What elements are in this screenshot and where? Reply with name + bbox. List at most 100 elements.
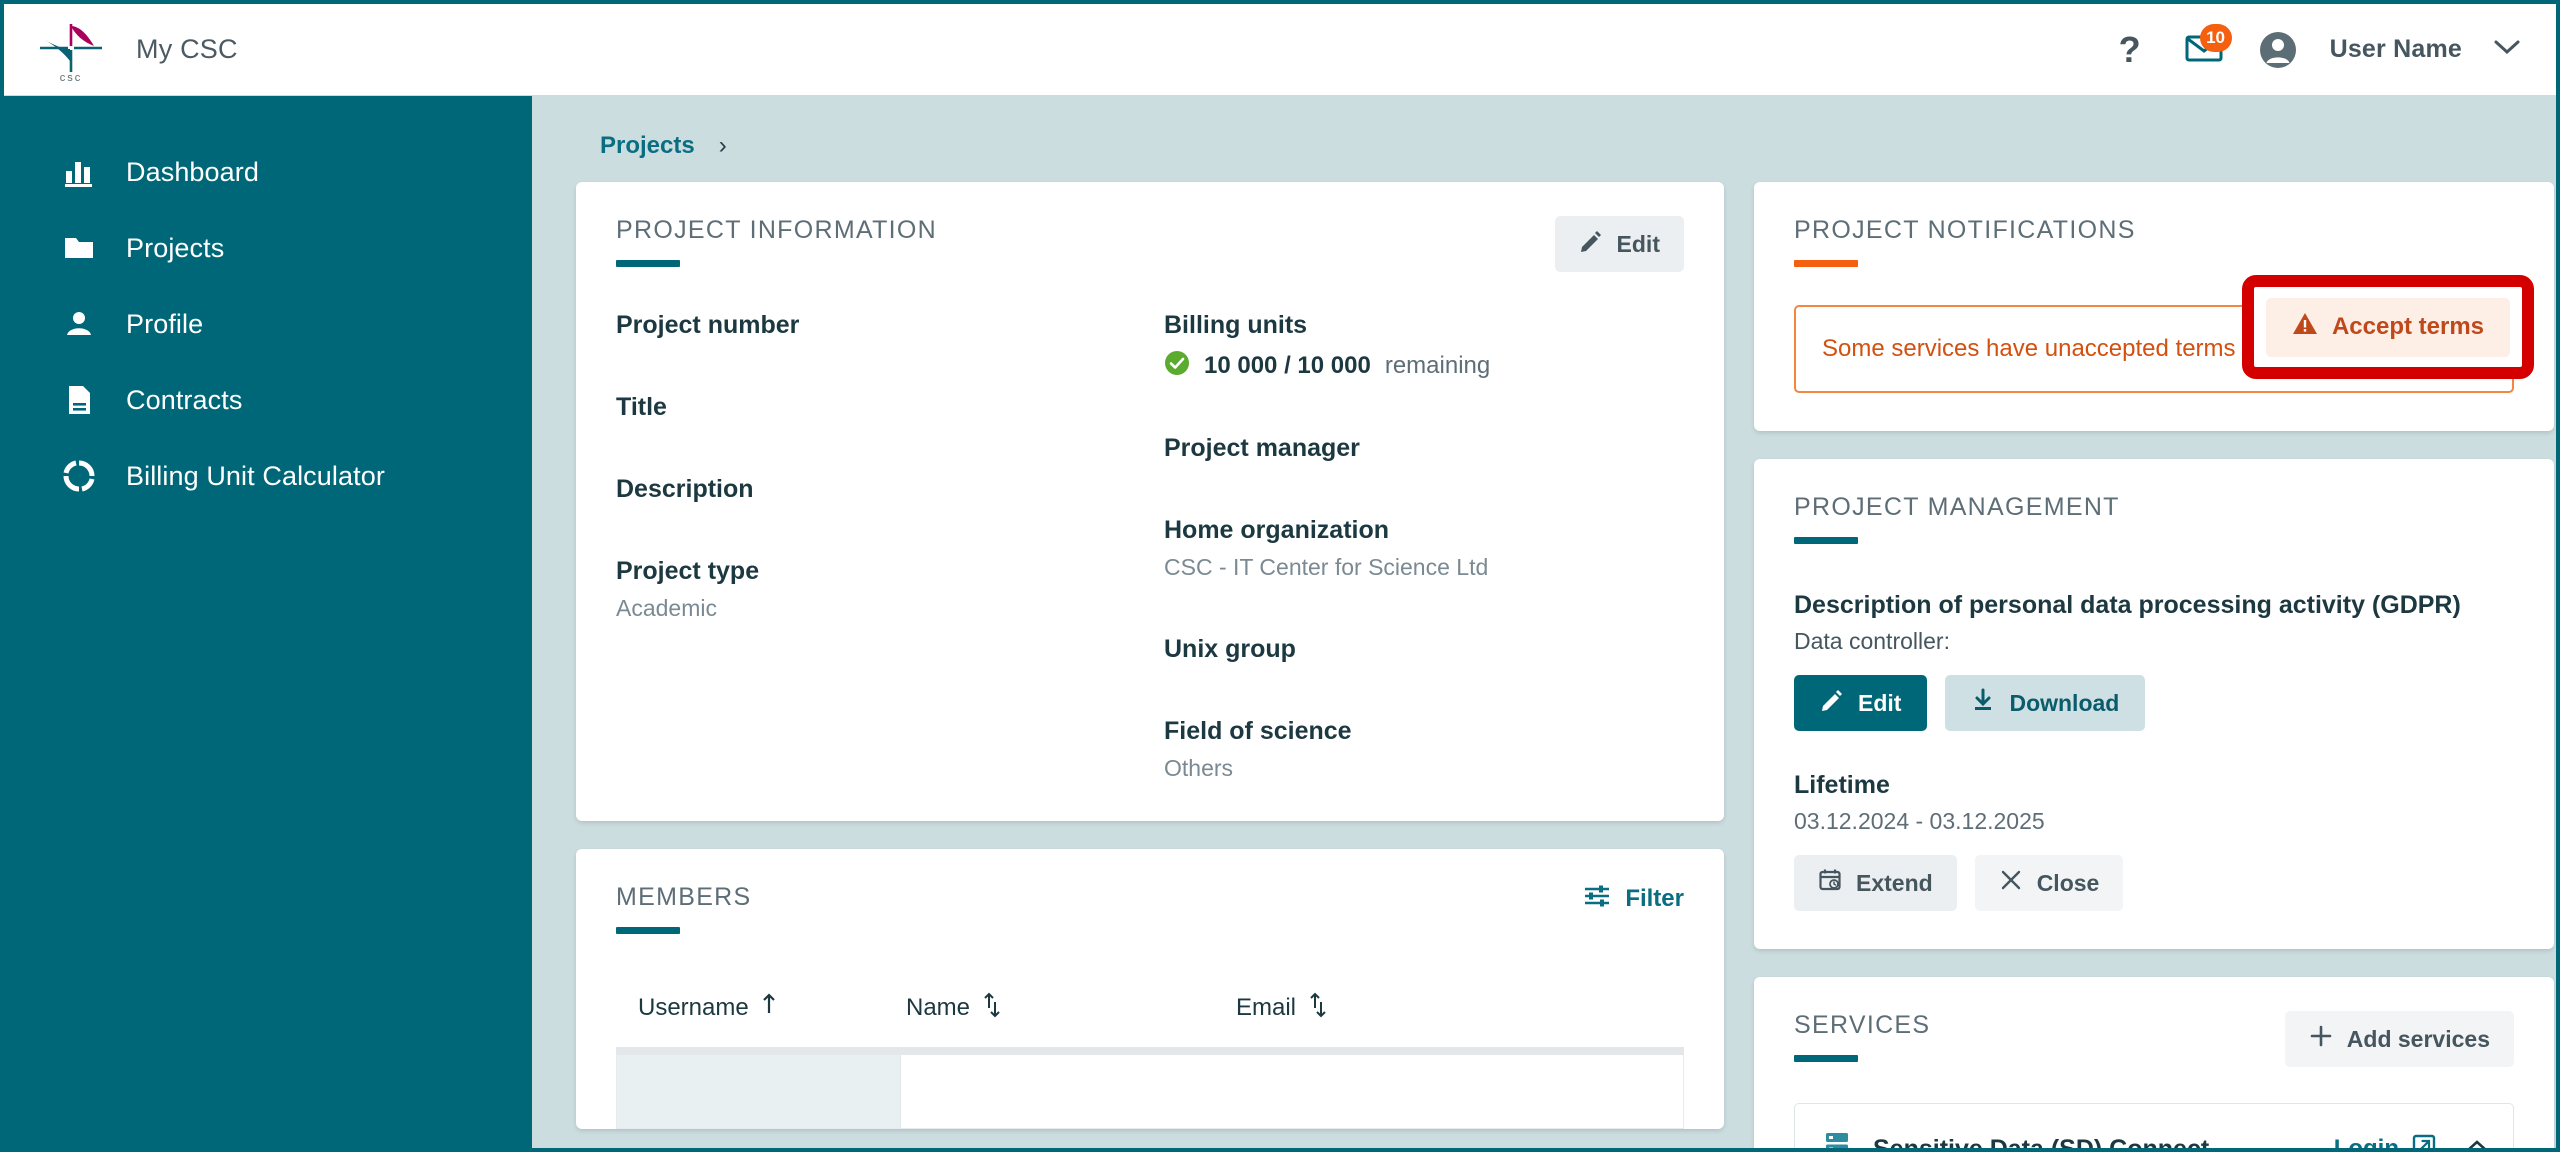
calendar-clock-icon [1818,868,1842,898]
sidebar-item-label: Projects [126,232,225,263]
sort-both-icon [1308,992,1328,1025]
title-underline [616,926,680,934]
gdpr-heading: Description of personal data processing … [1794,591,2461,619]
messages-badge: 10 [2199,23,2232,52]
notifications-title: PROJECT NOTIFICATIONS [1794,216,2136,244]
column-header-name[interactable]: Name [906,992,1236,1025]
chevron-up-icon[interactable] [2463,1137,2491,1148]
sidebar-item-profile[interactable]: Profile [4,286,532,362]
card-header: SERVICES Add services [1794,1011,2514,1067]
sidebar-item-label: Profile [126,308,204,339]
title-underline [1794,260,1858,267]
field-project-type: Project type Academic [616,556,1164,623]
table-cell-username [617,1054,901,1128]
project-info-left: Project number Title Description Project… [616,310,1164,783]
filter-button[interactable]: Filter [1583,883,1684,916]
avatar[interactable] [2256,28,2300,72]
accept-terms-label: Accept terms [2331,313,2485,340]
members-table-body [616,1046,1684,1129]
add-services-button[interactable]: Add services [2284,1011,2514,1067]
table-row[interactable] [616,1054,1684,1129]
edit-gdpr-button[interactable]: Edit [1794,675,1928,731]
sidebar-item-label: Billing Unit Calculator [126,460,385,491]
column-header-username[interactable]: Username [638,992,906,1025]
billing-units-line: 10 000 / 10 000 remaining [1164,350,1684,381]
content-columns: PROJECT INFORMATION Edit Project number … [554,182,2554,1148]
field-value: Others [1164,754,1234,781]
app-window: csc My CSC ? 10 User Name Dashboard Proj… [0,0,2560,1152]
download-gdpr-button[interactable]: Download [1945,675,2146,731]
accept-terms-highlight: Accept terms [2242,275,2534,379]
project-management-card: PROJECT MANAGEMENT Description of person… [1754,459,2554,949]
field-label: Unix group [1164,634,1296,663]
field-project-manager: Project manager [1164,433,1684,463]
card-header: MEMBERS Filter [616,883,1684,934]
edit-project-button[interactable]: Edit [1554,216,1684,272]
service-row-sensitive-data-connect[interactable]: Sensitive Data (SD) Connect Login [1794,1103,2514,1148]
external-link-icon [2411,1133,2437,1148]
accept-terms-button[interactable]: Accept terms [2265,297,2511,357]
field-label: Description [616,475,754,503]
document-icon [60,381,98,419]
page-title: PROJECT INFORMATION [616,216,938,244]
plus-icon [2309,1024,2333,1054]
column-header-email[interactable]: Email [1236,992,1566,1025]
billing-units-suffix: remaining [1384,351,1491,379]
column-label: Name [906,994,971,1021]
breadcrumb: Projects › [554,96,2520,182]
sidebar-item-billing-unit-calculator[interactable]: Billing Unit Calculator [4,438,532,514]
sidebar-item-dashboard[interactable]: Dashboard [4,134,532,210]
project-notifications-card: PROJECT NOTIFICATIONS Some services have… [1754,182,2554,431]
add-services-label: Add services [2346,1025,2490,1052]
sidebar-item-contracts[interactable]: Contracts [4,362,532,438]
app-title: My CSC [136,34,238,64]
brand-area[interactable]: csc My CSC [4,20,238,82]
folder-icon [60,229,98,267]
members-card: MEMBERS Filter Username Name Email [576,848,1724,1129]
field-description: Description [616,474,1164,504]
card-header: PROJECT MANAGEMENT [1794,493,2514,544]
extend-button[interactable]: Extend [1794,855,1957,911]
service-login-link[interactable]: Login [2334,1133,2437,1148]
sidebar-item-label: Contracts [126,384,243,415]
help-icon[interactable]: ? [2108,28,2152,72]
close-x-icon [1999,868,2023,898]
pencil-icon [1579,229,1603,259]
edit-gdpr-label: Edit [1858,689,1902,716]
field-value: CSC - IT Center for Science Ltd [1164,554,1489,580]
person-icon [60,305,98,343]
field-value: Academic [616,595,717,621]
extend-label: Extend [1856,869,1933,896]
title-underline [616,260,680,267]
download-icon [1971,688,1995,718]
refresh-circle-icon [60,457,98,495]
field-label: Field of science [1164,716,1352,745]
chevron-down-icon[interactable] [2492,37,2522,62]
lifetime-actions: Extend Close [1794,855,2514,911]
management-title: PROJECT MANAGEMENT [1794,493,2120,521]
card-header: PROJECT INFORMATION Edit [616,216,1684,272]
sidebar-item-label: Dashboard [126,156,259,187]
close-project-button[interactable]: Close [1974,855,2124,911]
csc-logo-icon: csc [32,20,110,82]
svg-text:csc: csc [60,72,83,82]
title-underline [1794,537,1858,544]
field-home-organization: Home organization CSC - IT Center for Sc… [1164,515,1684,582]
field-unix-group: Unix group [1164,634,1684,664]
table-cell-rest [901,1054,1683,1128]
check-circle-icon [1164,350,1190,381]
members-title: MEMBERS [616,882,752,911]
warning-triangle-icon [2292,312,2318,343]
header-actions: ? 10 User Name [2108,23,2556,72]
breadcrumb-item-projects[interactable]: Projects [600,132,695,160]
lifetime-dates: 03.12.2024 - 03.12.2025 [1794,808,2045,834]
sidebar-item-projects[interactable]: Projects [4,210,532,286]
messages-button[interactable]: 10 [2182,23,2232,72]
lifetime-label: Lifetime [1794,771,1890,799]
left-column: PROJECT INFORMATION Edit Project number … [576,182,1724,1148]
gdpr-actions: Edit Download [1794,675,2514,731]
close-project-label: Close [2036,869,2100,896]
user-name[interactable]: User Name [2330,35,2462,64]
pencil-icon [1820,688,1844,718]
members-table-header: Username Name Email [616,992,1684,1025]
